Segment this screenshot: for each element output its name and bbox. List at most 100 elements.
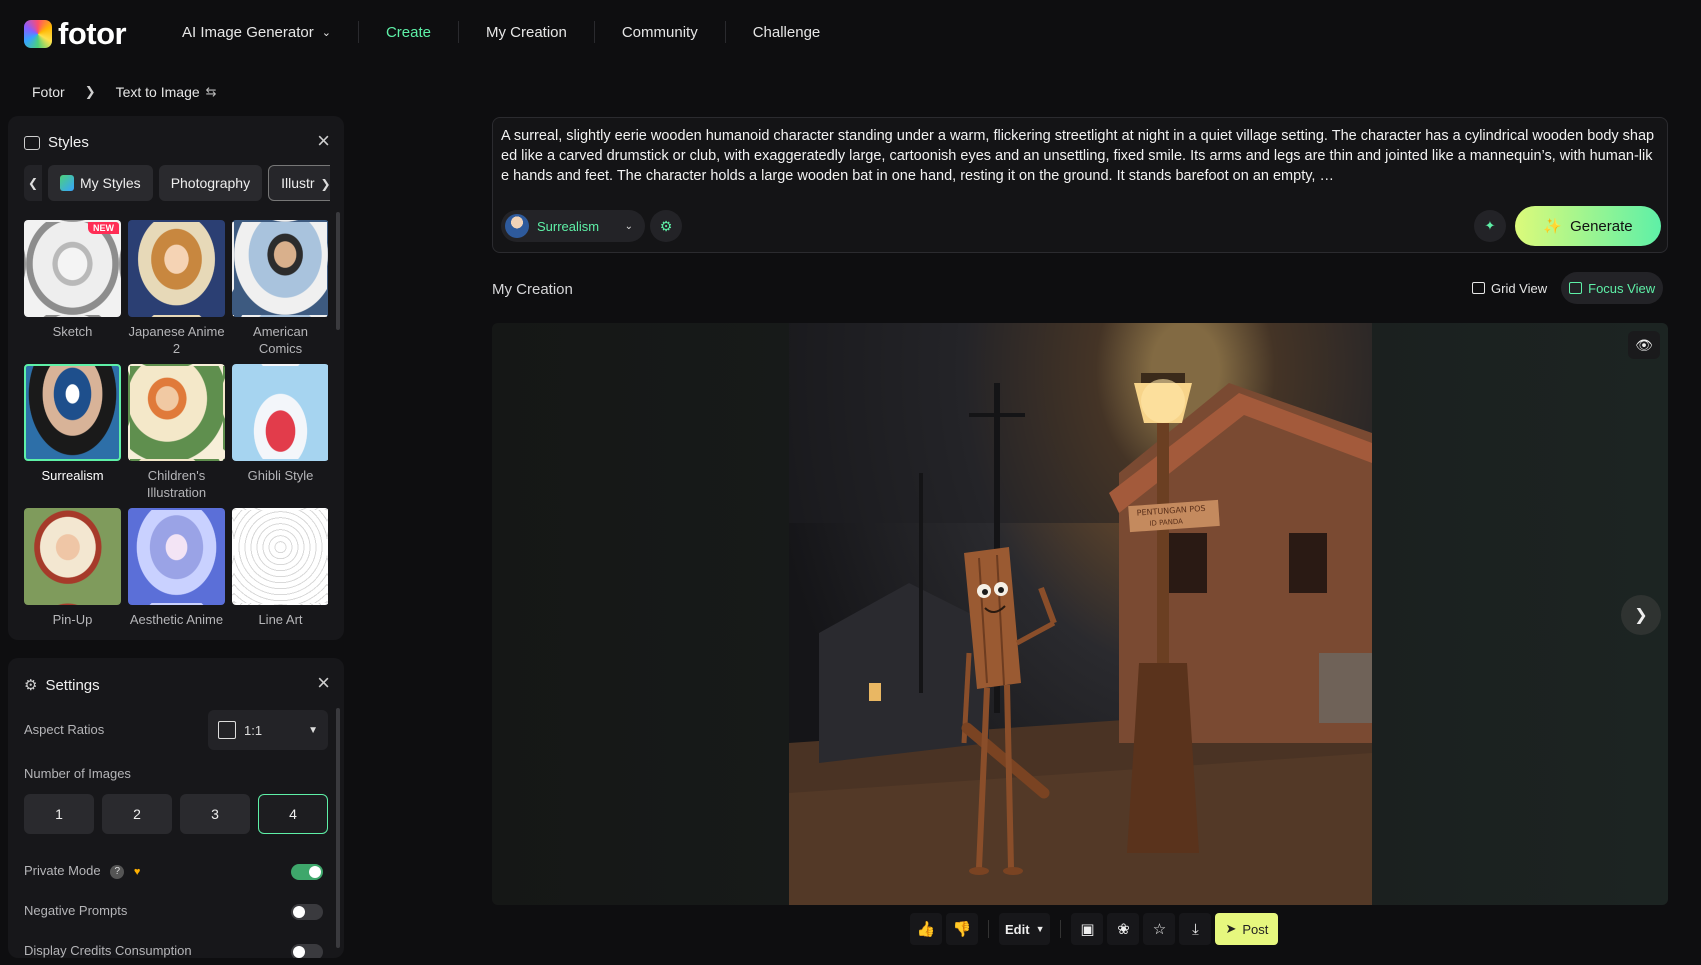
- tab-illustration[interactable]: Illustr ❯: [268, 165, 330, 201]
- style-settings-button[interactable]: ⚙: [650, 210, 682, 242]
- nav-challenge[interactable]: Challenge: [724, 21, 848, 43]
- style-label: Sketch: [52, 324, 93, 339]
- style-label: Line Art: [258, 612, 303, 627]
- style-grid: NEW Sketch Japanese Anime 2 American Com…: [24, 220, 328, 638]
- styles-scrollbar[interactable]: [336, 212, 340, 330]
- edit-label: Edit: [1005, 921, 1030, 937]
- style-card-japanese-anime-2[interactable]: Japanese Anime 2: [128, 220, 225, 357]
- post-button[interactable]: ➤ Post: [1215, 913, 1279, 945]
- download-icon[interactable]: ⤓: [1179, 913, 1212, 945]
- style-card-american-comics[interactable]: American Comics: [232, 220, 328, 357]
- next-image-button[interactable]: ❯: [1621, 595, 1661, 635]
- style-label: Aesthetic Anime: [129, 612, 224, 627]
- main-nav: AI Image Generator ⌄ Create My Creation …: [182, 20, 847, 44]
- fotor-logo[interactable]: fotor: [24, 16, 127, 52]
- chevron-down-icon: ⌄: [624, 220, 633, 232]
- animate-icon[interactable]: ▣: [1071, 913, 1104, 945]
- aspect-ratio-select[interactable]: 1:1 ▼: [208, 710, 328, 750]
- thumbs-down-icon[interactable]: 👎: [946, 913, 978, 945]
- tab-label: Photography: [170, 175, 251, 191]
- negative-prompts-label: Negative Prompts: [24, 903, 128, 918]
- divider: [988, 920, 989, 938]
- image-toolbar: 👍 👎 Edit ▼ ▣ ❀ ☆ ⤓ ➤ Post: [910, 913, 1279, 945]
- number-of-images-label: Number of Images: [24, 766, 131, 781]
- negative-prompts-toggle[interactable]: [291, 904, 323, 920]
- settings-panel-title: Settings: [45, 676, 100, 694]
- edit-dropdown-button[interactable]: Edit ▼: [999, 913, 1051, 945]
- chevron-right-icon: ❯: [1634, 607, 1648, 624]
- caret-down-icon: ▼: [308, 724, 318, 736]
- nav-create[interactable]: Create: [357, 21, 458, 43]
- tab-label: Illustr: [281, 175, 315, 191]
- display-credits-toggle[interactable]: [291, 944, 323, 958]
- breadcrumb-current[interactable]: Text to Image: [116, 84, 200, 100]
- magic-wand-icon: ✨: [1543, 218, 1563, 235]
- style-card-aesthetic-anime[interactable]: Aesthetic Anime: [128, 508, 225, 628]
- style-card-surrealism[interactable]: Surrealism: [24, 364, 121, 484]
- star-icon[interactable]: ☆: [1143, 913, 1176, 945]
- breadcrumb: Fotor ❯ Text to Image ⇆: [32, 84, 217, 100]
- divider: [1060, 920, 1062, 938]
- tab-label: My Styles: [80, 175, 141, 191]
- help-icon[interactable]: ?: [110, 864, 125, 879]
- gear-icon: ⚙: [24, 677, 38, 694]
- style-thumb: [24, 364, 121, 461]
- number-of-images-options: 1 2 3 4: [24, 794, 328, 834]
- chevron-right-icon: ❯: [84, 84, 96, 99]
- close-icon[interactable]: ×: [317, 130, 330, 152]
- style-selector-chip[interactable]: Surrealism ⌄: [501, 210, 645, 242]
- my-creation-title: My Creation: [492, 281, 573, 298]
- style-card-sketch[interactable]: NEW Sketch: [24, 220, 121, 340]
- generated-image[interactable]: PENTUNGAN POS ID PANDA: [789, 323, 1372, 905]
- close-icon[interactable]: ×: [317, 672, 330, 694]
- nav-community[interactable]: Community: [593, 21, 725, 43]
- focus-view-button[interactable]: Focus View: [1561, 272, 1664, 304]
- num-images-2-button[interactable]: 2: [102, 794, 172, 834]
- eye-icon[interactable]: 👁: [1628, 331, 1660, 359]
- generated-image-illustration: PENTUNGAN POS ID PANDA: [789, 323, 1372, 905]
- nav-ai-image-generator[interactable]: AI Image Generator ⌄: [182, 21, 358, 43]
- variation-icon[interactable]: ❀: [1107, 913, 1140, 945]
- focus-view-label: Focus View: [1588, 280, 1656, 296]
- nav-my-creation[interactable]: My Creation: [457, 21, 594, 43]
- num-images-1-button[interactable]: 1: [24, 794, 94, 834]
- swap-icon[interactable]: ⇆: [206, 84, 217, 100]
- thumbs-up-icon[interactable]: 👍: [910, 913, 942, 945]
- style-card-line-art[interactable]: Line Art: [232, 508, 328, 628]
- style-card-pin-up[interactable]: Pin-Up: [24, 508, 121, 628]
- nav-label: My Creation: [485, 23, 567, 41]
- fotor-logo-icon: [24, 20, 52, 48]
- image-icon: [24, 135, 40, 150]
- num-images-4-button[interactable]: 4: [258, 794, 328, 834]
- tab-my-styles[interactable]: My Styles: [48, 165, 153, 201]
- style-card-ghibli-style[interactable]: Ghibli Style: [232, 364, 328, 484]
- aspect-ratio-label: Aspect Ratios: [24, 722, 105, 737]
- style-card-childrens-illustration[interactable]: Children's Illustration: [128, 364, 225, 501]
- private-mode-toggle[interactable]: [291, 864, 323, 880]
- grid-view-label: Grid View: [1491, 280, 1548, 296]
- top-bar: fotor AI Image Generator ⌄ Create My Cre…: [0, 0, 1701, 64]
- prompt-input[interactable]: A surreal, slightly eerie wooden humanoi…: [501, 126, 1657, 186]
- nav-label: Community: [621, 23, 698, 41]
- style-label: Japanese Anime 2: [128, 324, 225, 356]
- view-toggle: Grid View Focus View: [1464, 272, 1664, 304]
- chevron-right-icon[interactable]: ❯: [320, 177, 330, 191]
- num-images-3-button[interactable]: 3: [180, 794, 250, 834]
- style-thumb: [128, 508, 225, 605]
- settings-panel: ⚙ Settings × Aspect Ratios 1:1 ▼ Number …: [8, 658, 344, 958]
- style-chip-label: Surrealism: [537, 218, 600, 234]
- tab-photography[interactable]: Photography: [158, 165, 263, 201]
- sparkle-icon: ✦: [1484, 218, 1496, 233]
- style-thumb: [24, 508, 121, 605]
- prompt-enhance-button[interactable]: ✦: [1474, 210, 1506, 242]
- style-thumb: [232, 364, 328, 461]
- nav-label: Challenge: [752, 23, 821, 41]
- breadcrumb-root[interactable]: Fotor: [32, 84, 65, 100]
- chevron-left-icon[interactable]: ❮: [24, 165, 42, 201]
- generate-button[interactable]: ✨ Generate: [1515, 206, 1661, 246]
- style-tabs: ❮ My Styles Photography Illustr ❯: [24, 165, 330, 201]
- style-label: American Comics: [253, 324, 308, 356]
- grid-view-button[interactable]: Grid View: [1464, 272, 1555, 304]
- post-label: Post: [1242, 921, 1269, 937]
- settings-scrollbar[interactable]: [336, 708, 340, 948]
